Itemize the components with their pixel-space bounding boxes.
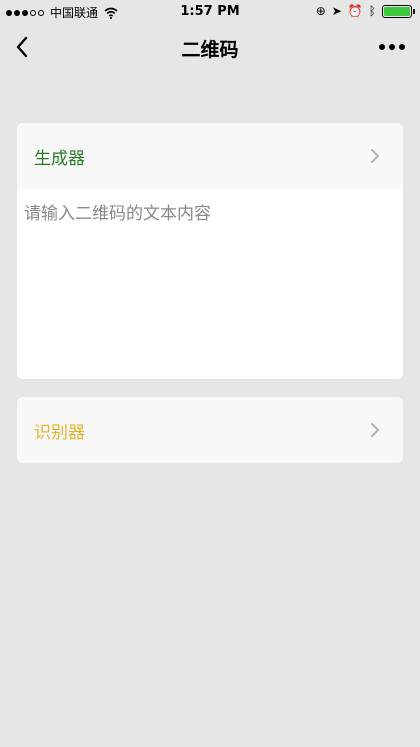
battery-fill [384, 6, 410, 16]
location-icon: ➤ [331, 4, 342, 18]
battery-icon [382, 4, 415, 18]
bluetooth-icon: ᛒ [368, 4, 376, 18]
more-icon [379, 44, 385, 50]
scanner-header[interactable]: 识别器 [17, 397, 403, 463]
rotation-lock-icon: ⊕ [315, 4, 326, 18]
status-right: ⊕ ➤ ⏰ ᛒ [315, 4, 415, 18]
generator-card: 生成器 [17, 123, 403, 379]
alarm-icon: ⏰ [347, 4, 363, 18]
screen: 中国联通 1:57 PM ⊕ ➤ ⏰ ᛒ 二维码 生成器 请输入二维码的文本内容… [0, 0, 420, 747]
generator-header[interactable]: 生成器 [17, 123, 403, 189]
scanner-title: 识别器 [34, 422, 85, 443]
page-title: 二维码 [181, 39, 239, 61]
scanner-card: 识别器 [17, 397, 403, 463]
status-bar: 中国联通 1:57 PM ⊕ ➤ ⏰ ᛒ [0, 0, 420, 24]
nav-bar: 二维码 [0, 24, 420, 70]
chevron-right-icon [371, 423, 379, 437]
chevron-right-icon [371, 149, 379, 163]
qr-text-input[interactable] [17, 189, 403, 379]
generator-title: 生成器 [34, 148, 85, 169]
more-button[interactable] [374, 34, 410, 60]
